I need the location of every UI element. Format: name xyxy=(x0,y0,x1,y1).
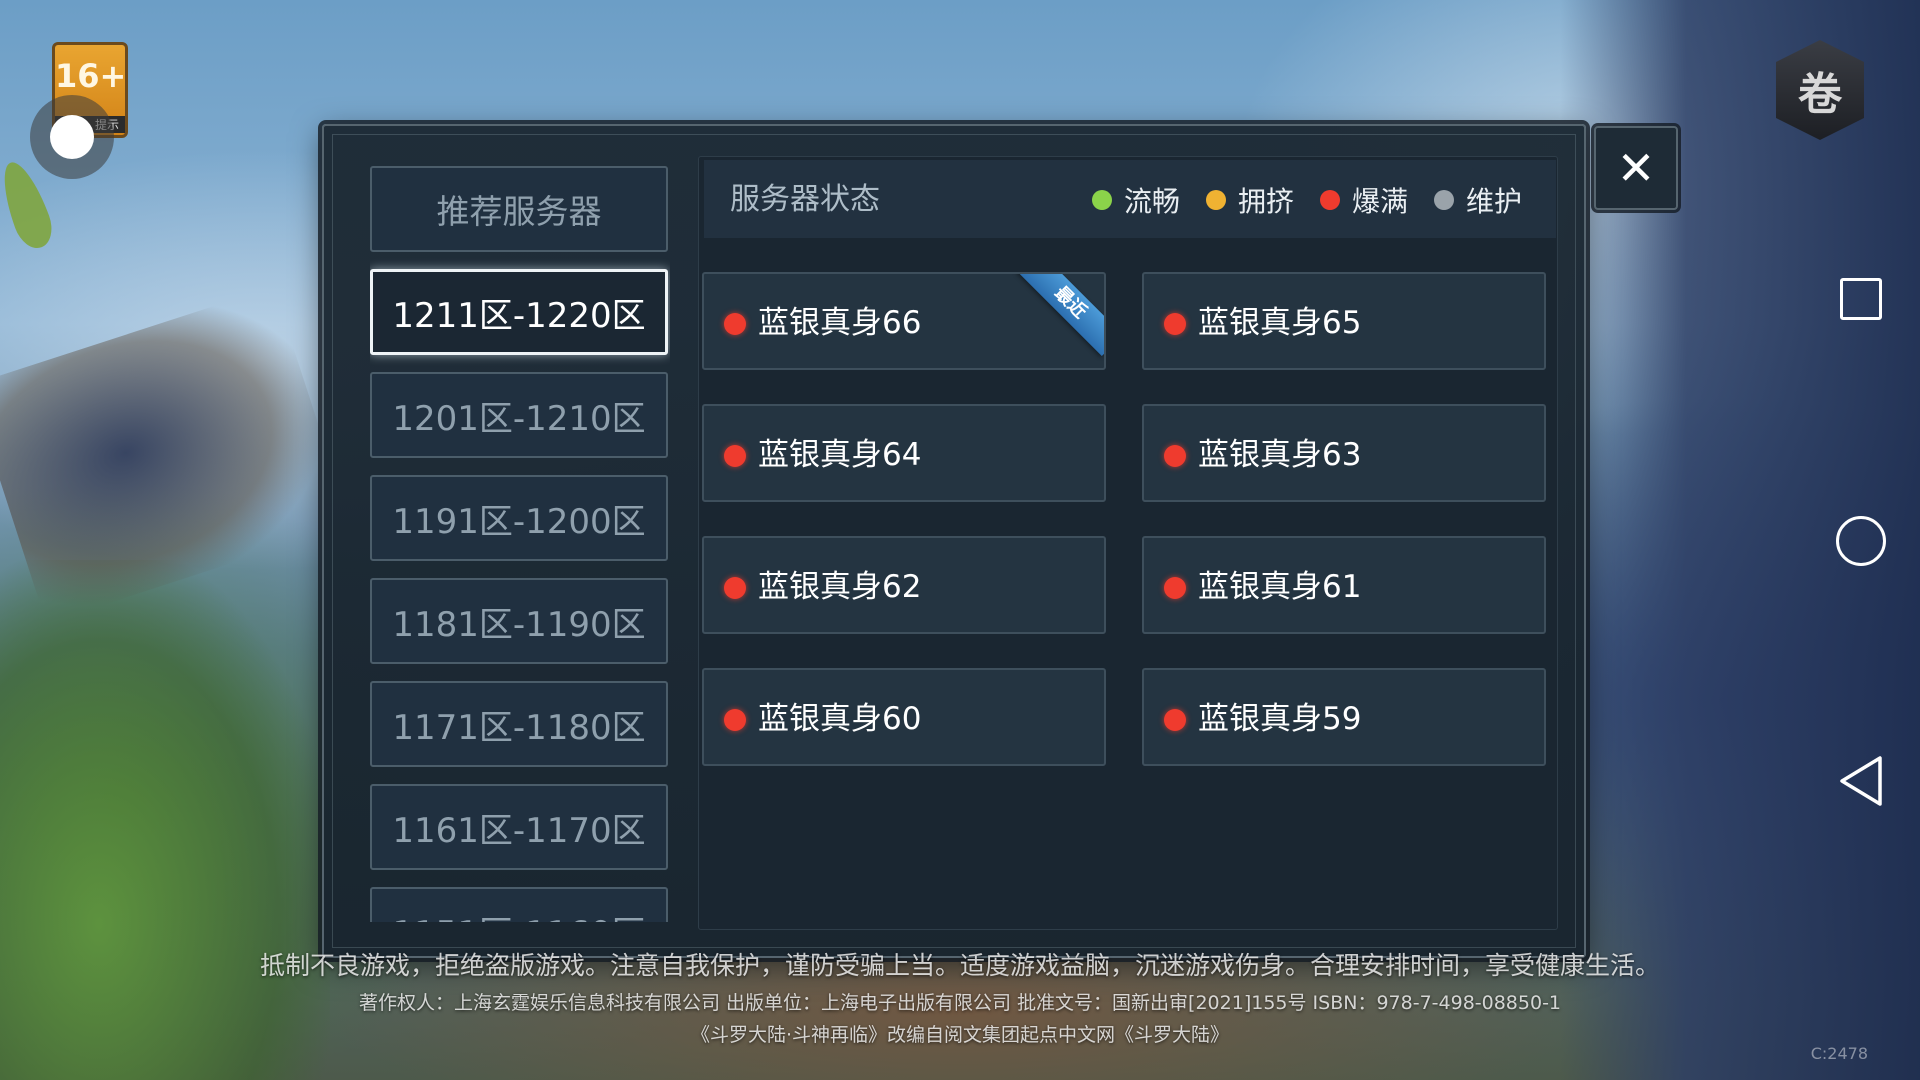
zone-item-1191-1200[interactable]: 1191区-1200区 xyxy=(370,475,668,561)
status-dot-icon xyxy=(1320,190,1340,210)
legend-label: 拥挤 xyxy=(1238,185,1295,218)
server-name: 蓝银真身65 xyxy=(1198,305,1362,341)
server-status-title: 服务器状态 xyxy=(730,182,880,217)
recent-badge: 最近 xyxy=(1016,274,1104,357)
server-name: 蓝银真身63 xyxy=(1198,437,1362,473)
server-name: 蓝银真身62 xyxy=(758,569,922,605)
server-name: 蓝银真身60 xyxy=(758,701,922,737)
server-card[interactable]: 蓝银真身64 xyxy=(702,404,1106,502)
status-dot-icon xyxy=(1434,190,1454,210)
recents-square-icon[interactable] xyxy=(1840,278,1882,320)
server-card[interactable]: 蓝银真身65 xyxy=(1142,272,1546,370)
status-full-dot-icon xyxy=(1164,577,1186,599)
legend-crowded: 拥挤 xyxy=(1206,178,1294,222)
status-full-dot-icon xyxy=(1164,709,1186,731)
status-full-dot-icon xyxy=(724,445,746,467)
back-triangle-icon[interactable] xyxy=(1836,754,1886,808)
zone-item-1161-1170[interactable]: 1161区-1170区 xyxy=(370,784,668,870)
legend-label: 爆满 xyxy=(1352,185,1409,218)
legend-full: 爆满 xyxy=(1320,178,1408,222)
status-full-dot-icon xyxy=(1164,445,1186,467)
server-card[interactable]: 蓝银真身62 xyxy=(702,536,1106,634)
status-full-dot-icon xyxy=(724,709,746,731)
background-character xyxy=(0,286,351,624)
recommended-servers-tab[interactable]: 推荐服务器 xyxy=(370,166,668,252)
server-name: 蓝银真身64 xyxy=(758,437,922,473)
status-full-dot-icon xyxy=(1164,313,1186,335)
legend-maintenance: 维护 xyxy=(1434,178,1522,222)
zone-item-1201-1210[interactable]: 1201区-1210区 xyxy=(370,372,668,458)
status-full-dot-icon xyxy=(724,313,746,335)
status-full-dot-icon xyxy=(724,577,746,599)
zone-item-1151-1160[interactable]: 1151区-1160区 xyxy=(370,887,668,922)
home-circle-icon[interactable] xyxy=(1836,516,1886,566)
legend-label: 维护 xyxy=(1466,185,1523,218)
zone-item-1181-1190[interactable]: 1181区-1190区 xyxy=(370,578,668,664)
server-card[interactable]: 蓝银真身66 最近 xyxy=(702,272,1106,370)
zone-item-1171-1180[interactable]: 1171区-1180区 xyxy=(370,681,668,767)
server-card[interactable]: 蓝银真身60 xyxy=(702,668,1106,766)
server-card[interactable]: 蓝银真身59 xyxy=(1142,668,1546,766)
status-dot-icon xyxy=(1092,190,1112,210)
server-name: 蓝银真身61 xyxy=(1198,569,1362,605)
build-version: C:2478 xyxy=(1810,1044,1868,1063)
adaptation-notice: 《斗罗大陆·斗神再临》改编自阅文集团起点中文网《斗罗大陆》 xyxy=(690,1024,1230,1046)
server-name: 蓝银真身66 xyxy=(758,305,922,341)
server-name: 蓝银真身59 xyxy=(1198,701,1362,737)
copyright-notice: 著作权人：上海玄霆娱乐信息科技有限公司 出版单位：上海电子出版有限公司 批准文号… xyxy=(358,992,1562,1014)
legend-smooth: 流畅 xyxy=(1092,178,1180,222)
scroll-emblem-icon[interactable]: 卷 xyxy=(1776,40,1864,140)
zone-list[interactable]: 推荐服务器 1211区-1220区 1201区-1210区 1191区-1200… xyxy=(370,166,670,922)
close-icon: ✕ xyxy=(1616,141,1656,195)
zone-item-1211-1220[interactable]: 1211区-1220区 xyxy=(370,269,668,355)
server-card[interactable]: 蓝银真身61 xyxy=(1142,536,1546,634)
age-rating-label: 16+ xyxy=(55,57,127,95)
health-notice: 抵制不良游戏，拒绝盗版游戏。注意自我保护，谨防受骗上当。适度游戏益脑，沉迷游戏伤… xyxy=(259,951,1660,980)
legend-label: 流畅 xyxy=(1124,185,1181,218)
close-button[interactable]: ✕ xyxy=(1594,126,1678,210)
floating-assist-button[interactable] xyxy=(30,95,114,179)
server-card[interactable]: 蓝银真身63 xyxy=(1142,404,1546,502)
emblem-glyph: 卷 xyxy=(1798,69,1842,120)
status-dot-icon xyxy=(1206,190,1226,210)
